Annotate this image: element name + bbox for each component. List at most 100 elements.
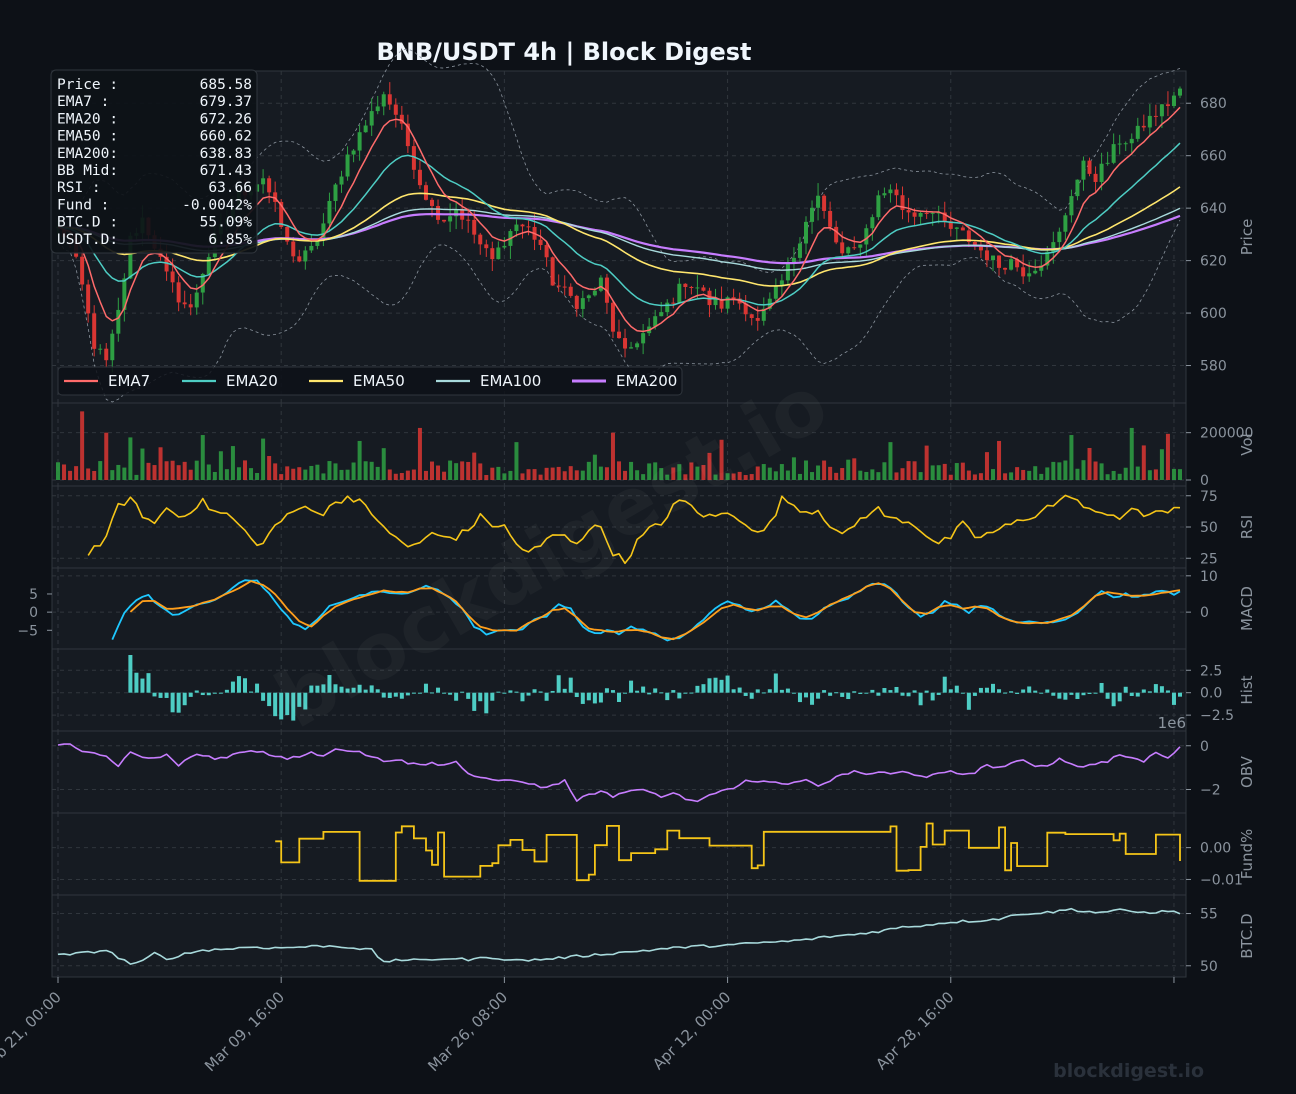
candle-body	[773, 285, 778, 299]
candle-body	[592, 290, 597, 296]
panel-price-ytick-label: 620	[1200, 254, 1227, 270]
volume-bar	[1039, 473, 1044, 480]
volume-bar	[876, 472, 881, 480]
hist-bar	[617, 692, 621, 703]
hist-bar	[1021, 689, 1026, 693]
candle-body	[1069, 196, 1074, 216]
x-axis: Feb 21, 00:00 Mar 09, 16:00 Mar 26, 08:00 A…	[0, 977, 1175, 1075]
candle-body	[466, 219, 471, 221]
hist-bar	[1159, 686, 1164, 693]
panel-hist-ytick-label: 2.5	[1200, 663, 1222, 679]
hist-bar	[1069, 692, 1074, 695]
panel-hist-ylabel: Hist	[1238, 675, 1256, 704]
volume-bar	[460, 461, 465, 480]
volume-bar	[562, 471, 567, 480]
volume-bar	[846, 459, 851, 480]
candle-body	[484, 244, 489, 249]
candle-body	[677, 283, 682, 303]
candle-body	[261, 178, 266, 185]
candle-body	[785, 263, 790, 281]
volume-bar	[122, 467, 127, 480]
hist-bar	[1027, 686, 1032, 693]
candle-body	[1141, 125, 1146, 128]
hist-bar	[888, 690, 893, 693]
candle-body	[1165, 104, 1170, 107]
candle-body	[448, 216, 453, 222]
candle-body	[954, 227, 959, 229]
candle-body	[1021, 267, 1026, 277]
hist-bar	[731, 689, 736, 693]
candle-body	[526, 226, 531, 228]
panel-macd-ytick-left-label: 0	[29, 605, 38, 621]
candle-body	[363, 125, 368, 133]
hist-bar	[164, 692, 169, 698]
volume-bar	[98, 461, 103, 480]
candle-body	[86, 284, 91, 314]
candle-body	[1033, 270, 1038, 274]
volume-bar	[942, 463, 947, 480]
panel-btcd-ytick-label: 50	[1200, 959, 1218, 975]
volume-bar	[351, 462, 356, 480]
hist-bar	[1081, 692, 1086, 696]
volume-bar	[164, 461, 169, 480]
volume-bar	[442, 471, 447, 480]
hist-bar	[176, 692, 181, 713]
hist-bar	[930, 692, 935, 701]
panel-obv-ylabel: OBV	[1238, 755, 1256, 788]
candle-body	[586, 295, 591, 299]
panel-rsi-ytick-label: 50	[1200, 520, 1218, 536]
volume-bar	[514, 442, 519, 480]
hist-bar	[1039, 692, 1044, 694]
candle-body	[568, 286, 573, 296]
candle-body	[303, 250, 308, 262]
volume-bar	[224, 469, 229, 480]
panel-volume-ylabel: Vol	[1238, 433, 1256, 455]
panel-macd-ytick-label: 0	[1200, 605, 1209, 621]
x-tick-label: Mar 09, 16:00	[201, 988, 288, 1075]
volume-bar	[188, 469, 193, 480]
candle-body	[1057, 231, 1062, 243]
volume-bar	[972, 474, 977, 480]
candle-body	[538, 239, 543, 246]
volume-bar	[822, 460, 827, 480]
hist-bar	[423, 683, 428, 693]
volume-bar	[1141, 445, 1146, 480]
candle-body	[182, 302, 187, 305]
candle-body	[1129, 138, 1134, 144]
candle-body	[659, 312, 664, 317]
volume-bar	[56, 462, 60, 480]
candle-body	[357, 132, 362, 151]
candle-body	[194, 292, 199, 308]
hist-bar	[430, 692, 434, 694]
chart-title: BNB/USDT 4h | Block Digest	[376, 38, 751, 66]
volume-bar	[176, 465, 181, 480]
hist-bar	[966, 692, 971, 710]
panel-obv-frame	[51, 730, 1187, 814]
info-value: 638.83	[200, 146, 252, 162]
volume-bar	[894, 472, 899, 480]
hist-bar	[502, 692, 507, 694]
obv-exponent-label: 1e6	[1158, 714, 1186, 732]
volume-bar	[140, 448, 145, 480]
candle-body	[170, 271, 175, 283]
info-label: Fund :	[57, 197, 109, 213]
candle-body	[550, 257, 555, 286]
volume-bar	[393, 473, 398, 480]
volume-bar	[448, 460, 453, 480]
volume-bar	[1099, 463, 1104, 480]
candle-body	[930, 212, 935, 214]
hist-bar	[749, 692, 754, 699]
hist-bar	[882, 688, 887, 693]
volume-bar	[924, 445, 929, 480]
volume-bar	[423, 470, 428, 480]
hist-bar	[900, 692, 905, 696]
volume-bar	[236, 467, 241, 480]
candle-body	[864, 228, 869, 245]
hist-bar	[665, 692, 670, 701]
x-tick-label: Feb 21, 00:00	[0, 988, 65, 1074]
hist-bar	[1063, 692, 1068, 700]
volume-bar	[309, 465, 314, 480]
volume-bar	[948, 474, 953, 480]
hist-bar	[828, 692, 833, 696]
panel-rsi-ylabel: RSI	[1238, 515, 1256, 539]
